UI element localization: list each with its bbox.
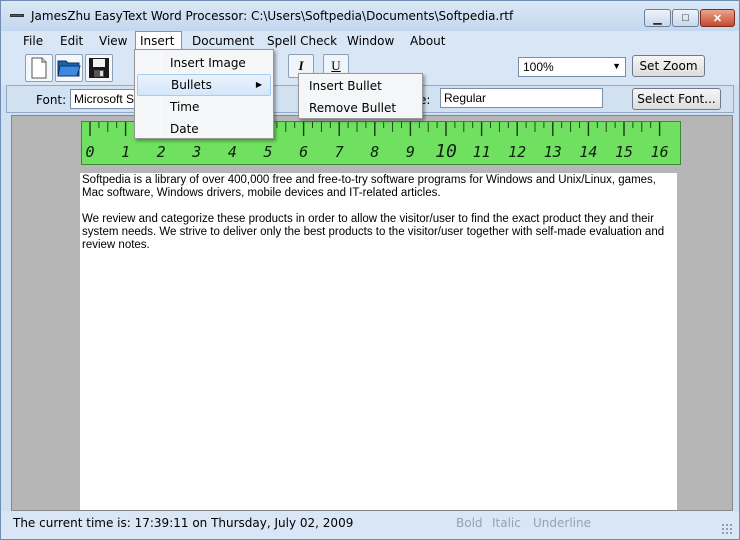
ruler-number: 4 [228, 143, 237, 161]
menu-file[interactable]: File [19, 33, 47, 51]
status-bold: Bold [456, 516, 483, 530]
insert-menu: Insert Image Bullets ▶ Time Date [134, 49, 274, 139]
menu-bullets[interactable]: Bullets ▶ [137, 74, 271, 96]
bullets-submenu: Insert Bullet Remove Bullet [298, 73, 423, 119]
italic-icon: I [298, 58, 304, 73]
app-icon[interactable] [10, 14, 24, 17]
ruler-number: 3 [191, 143, 201, 161]
ruler-number: 14 [579, 143, 597, 161]
zoom-value: 100% [523, 60, 554, 74]
select-font-button[interactable]: Select Font... [632, 88, 721, 110]
ruler-number: 15 [615, 143, 633, 161]
zoom-select[interactable]: 100% ▼ [518, 57, 626, 77]
menu-date[interactable]: Date [137, 118, 271, 140]
new-document-button[interactable] [25, 54, 53, 82]
close-button[interactable]: ✕ [700, 9, 735, 27]
ruler-number: 7 [335, 143, 344, 161]
menu-spell-check[interactable]: Spell Check [263, 33, 341, 51]
ruler-number: 10 [435, 141, 457, 162]
save-button[interactable] [85, 54, 113, 82]
ruler-number: 13 [544, 143, 562, 161]
menu-view[interactable]: View [95, 33, 131, 51]
open-button[interactable] [55, 54, 83, 82]
ruler-number: 9 [406, 143, 415, 161]
menu-time[interactable]: Time [137, 96, 271, 118]
ruler-number: 11 [473, 143, 491, 161]
ruler-number: 16 [651, 143, 669, 161]
status-italic: Italic [492, 516, 521, 530]
paragraph: Softpedia is a library of over 400,000 f… [82, 174, 656, 199]
ruler-number: 6 [299, 143, 308, 161]
new-document-icon [31, 57, 47, 79]
status-time: The current time is: 17:39:11 on Thursda… [13, 516, 354, 530]
menu-insert-image[interactable]: Insert Image [137, 52, 271, 74]
ruler-number: 5 [263, 143, 272, 161]
ruler-number: 2 [157, 143, 166, 161]
maximize-button[interactable]: □ [672, 9, 699, 27]
resize-grip-icon[interactable] [721, 523, 733, 535]
close-icon: ✕ [712, 12, 723, 25]
maximize-icon: □ [682, 12, 689, 24]
submenu-arrow-icon: ▶ [255, 80, 262, 89]
ruler-number: 8 [370, 143, 379, 161]
title-bar[interactable]: JamesZhu EasyText Word Processor: C:\Use… [1, 1, 739, 31]
status-underline: Underline [533, 516, 591, 530]
chevron-down-icon: ▼ [612, 61, 621, 71]
menu-window[interactable]: Window [343, 33, 398, 51]
style-field[interactable]: Regular [440, 88, 603, 108]
open-folder-icon [57, 60, 81, 77]
save-disk-icon [89, 58, 109, 78]
minimize-icon: ▁ [653, 12, 662, 25]
paragraph: We review and categorize these products … [82, 213, 665, 251]
document-page[interactable]: Softpedia is a library of over 400,000 f… [80, 173, 677, 510]
ruler-number: 12 [508, 143, 526, 161]
document-area: 0 1 2 3 4 5 6 7 8 9 10 11 12 13 14 15 16 Softpedia is a … [11, 115, 733, 511]
window-title: JamesZhu EasyText Word Processor: C:\Use… [31, 9, 514, 23]
menu-about[interactable]: About [406, 33, 449, 51]
menu-insert-bullet[interactable]: Insert Bullet [301, 75, 421, 97]
set-zoom-button[interactable]: Set Zoom [632, 55, 705, 77]
font-label: Font: [36, 93, 67, 107]
minimize-button[interactable]: ▁ [644, 9, 671, 27]
status-bar: The current time is: 17:39:11 on Thursda… [1, 511, 739, 539]
menu-remove-bullet[interactable]: Remove Bullet [301, 97, 421, 119]
menu-insert[interactable]: Insert [135, 31, 182, 51]
menu-edit[interactable]: Edit [56, 33, 87, 51]
underline-icon: U [331, 58, 341, 73]
menu-bullets-label: Bullets [171, 78, 212, 92]
ruler-number: 1 [121, 143, 130, 161]
menu-bar: File Edit View Insert Document Spell Che… [1, 31, 739, 51]
ruler-number: 0 [85, 143, 94, 161]
